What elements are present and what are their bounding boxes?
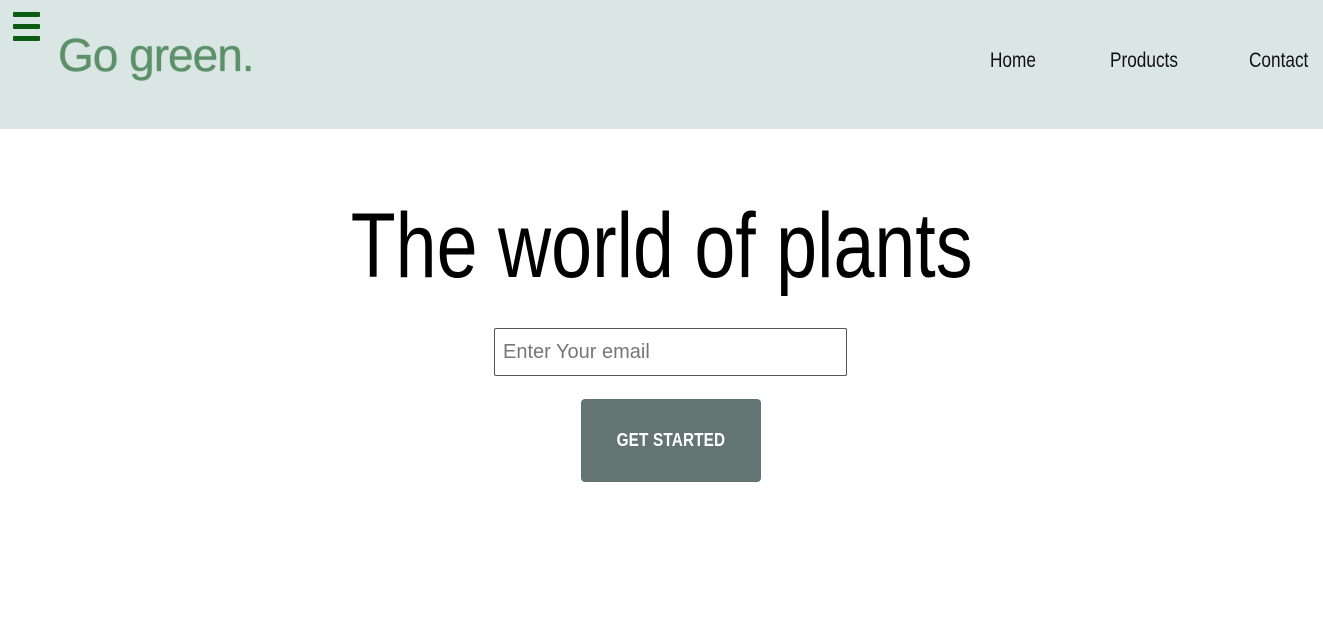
nav-link-home[interactable]: Home — [990, 49, 1036, 73]
site-header: Go green. Home Products Contact — [0, 0, 1323, 129]
email-input[interactable] — [494, 328, 847, 376]
hamburger-menu-icon[interactable] — [13, 12, 40, 41]
nav-link-products[interactable]: Products — [1110, 49, 1178, 73]
brand-logo[interactable]: Go green. — [58, 28, 255, 82]
hero-title: The world of plants — [350, 195, 973, 297]
get-started-button[interactable]: GET STARTED — [581, 399, 761, 482]
menu-bar — [13, 12, 40, 17]
menu-bar — [13, 24, 40, 29]
get-started-label: GET STARTED — [616, 430, 726, 450]
hero-title-container: The world of plants — [0, 196, 1323, 296]
menu-bar — [13, 36, 40, 41]
nav-link-contact[interactable]: Contact — [1249, 49, 1308, 73]
